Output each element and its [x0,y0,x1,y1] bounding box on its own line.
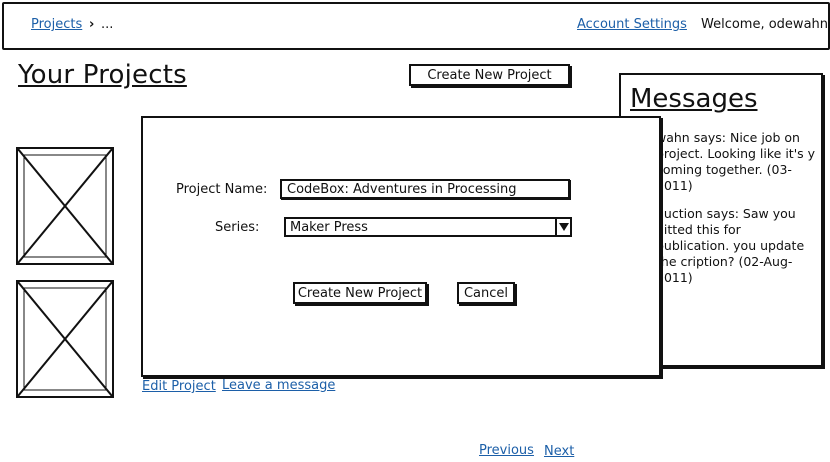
breadcrumb-current: ... [101,17,114,32]
message-item: wahn says: Nice job on project. Looking … [656,130,816,193]
project-thumbnail-placeholder-icon [16,147,114,265]
breadcrumb-projects-link[interactable]: Projects [31,17,82,32]
create-new-project-button[interactable]: Create New Project [409,64,570,86]
messages-title: Messages [630,84,758,114]
project-name-label: Project Name: [176,182,268,197]
create-project-modal [141,116,661,377]
project-name-input[interactable] [280,179,570,199]
edit-project-link[interactable]: Edit Project [142,379,216,394]
breadcrumb-chevron-icon: › [89,17,95,32]
leave-message-link[interactable]: Leave a message [222,378,335,393]
modal-create-project-button[interactable]: Create New Project [293,282,427,304]
project-thumbnail-placeholder-icon [16,280,114,398]
pagination-previous-link[interactable]: Previous [479,443,534,458]
modal-cancel-button[interactable]: Cancel [457,282,515,304]
series-label: Series: [215,220,260,235]
account-settings-link[interactable]: Account Settings [577,17,687,32]
message-item: duction says: Saw you nitted this for pu… [656,206,805,285]
welcome-text: Welcome, odewahn [701,17,829,32]
page-title: Your Projects [18,60,187,90]
pagination-next-link[interactable]: Next [544,444,574,459]
series-selected-value: Maker Press [290,220,368,235]
dropdown-arrow-icon[interactable] [555,218,571,236]
